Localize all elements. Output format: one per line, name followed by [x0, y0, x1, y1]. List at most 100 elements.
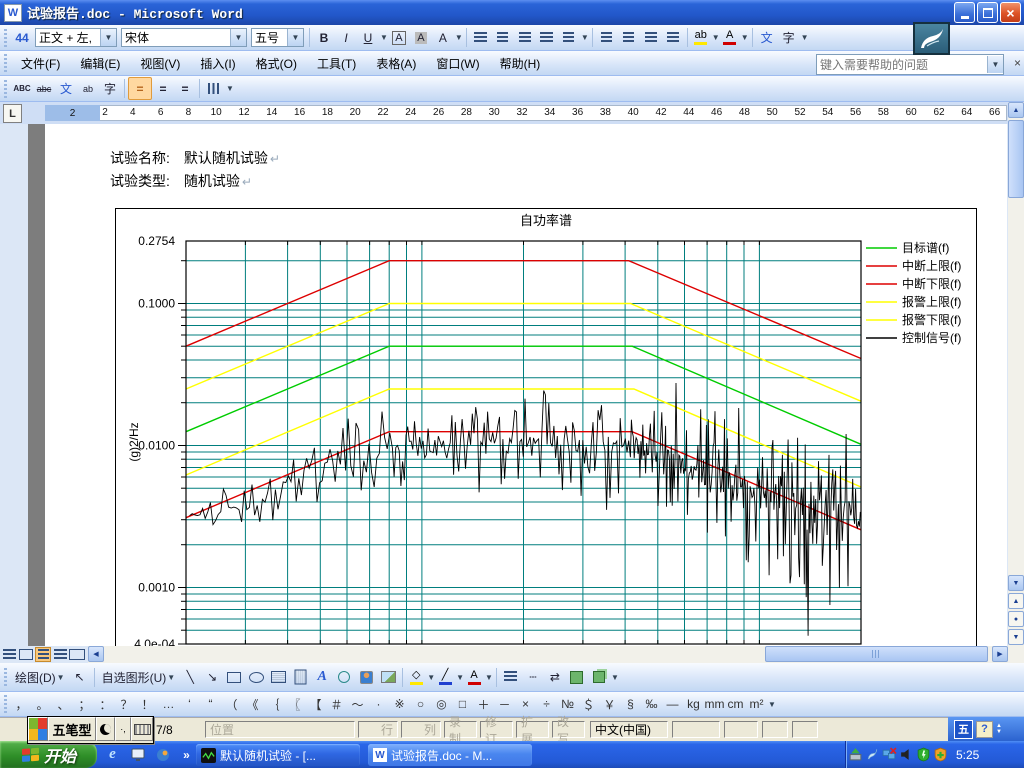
- line-spacing-button[interactable]: [558, 27, 580, 48]
- chevron-down-icon[interactable]: ▼: [456, 673, 464, 682]
- overtype-indicator[interactable]: 改写: [552, 721, 585, 738]
- phonetic-guide-button[interactable]: 文: [756, 27, 778, 48]
- toolbar-options-icon[interactable]: ▼: [801, 33, 809, 42]
- fill-color-button[interactable]: ◇: [406, 667, 426, 688]
- clip-art-button[interactable]: [355, 667, 377, 688]
- chevron-down-icon[interactable]: ▼: [455, 33, 463, 42]
- symbol-button[interactable]: 【: [305, 694, 326, 714]
- scroll-right-button[interactable]: ▶: [992, 646, 1008, 662]
- autoshapes-button[interactable]: 自选图形(U)▼: [98, 667, 180, 688]
- extend-indicator[interactable]: 扩展: [516, 721, 549, 738]
- symbol-button[interactable]: ※: [389, 694, 410, 714]
- styles-button[interactable]: 44: [11, 27, 33, 48]
- chevron-down-icon[interactable]: ▼: [287, 29, 303, 46]
- toolbar-grip[interactable]: [4, 29, 7, 47]
- decrease-indent-button[interactable]: [640, 27, 662, 48]
- select-objects-button[interactable]: ↖: [69, 667, 91, 688]
- symbol-button[interactable]: ＃: [326, 694, 347, 714]
- line-style-button-2[interactable]: =: [152, 78, 174, 99]
- network-offline-icon[interactable]: [882, 747, 897, 762]
- symbol-button[interactable]: m²: [746, 694, 767, 714]
- print-layout-button[interactable]: [35, 647, 51, 662]
- quick-launch-chevron[interactable]: »: [178, 746, 195, 763]
- chevron-down-icon[interactable]: ▼: [741, 33, 749, 42]
- ime-mode-icon[interactable]: [96, 717, 115, 741]
- font-color-button[interactable]: A: [720, 27, 740, 48]
- symbol-button[interactable]: 《: [242, 694, 263, 714]
- bullet-list-button[interactable]: [618, 27, 640, 48]
- toolbar-grip[interactable]: [4, 54, 7, 72]
- character-border-button[interactable]: A: [388, 27, 410, 48]
- symbol-button[interactable]: ｛: [263, 694, 284, 714]
- symbol-button[interactable]: №: [557, 694, 578, 714]
- chevron-down-icon[interactable]: ▼: [581, 33, 589, 42]
- swan-tray-icon[interactable]: [865, 747, 880, 762]
- symbol-button[interactable]: ～: [347, 694, 368, 714]
- symbol-button[interactable]: mm: [704, 694, 725, 714]
- ime-punctuation-icon[interactable]: ·,: [115, 717, 131, 741]
- symbol-button[interactable]: …: [158, 694, 179, 714]
- symbol-button[interactable]: 。: [32, 694, 53, 714]
- symbol-button[interactable]: ‰: [641, 694, 662, 714]
- vertical-scroll-thumb[interactable]: [1008, 120, 1024, 198]
- close-icon[interactable]: ×: [1014, 56, 1021, 70]
- abcd-button[interactable]: ab: [77, 78, 99, 99]
- chevron-down-icon[interactable]: ▼: [100, 29, 116, 46]
- symbol-button[interactable]: ◎: [431, 694, 452, 714]
- symbol-button[interactable]: cm: [725, 694, 746, 714]
- ruler-margin-area[interactable]: 2: [45, 105, 100, 121]
- chart-frame[interactable]: 0.27540.10000.01000.00104.0e-04自功率谱(g)2/…: [115, 208, 977, 646]
- ime-logo-icon[interactable]: [28, 717, 48, 741]
- menu-format[interactable]: 格式(O): [246, 52, 307, 75]
- line-button[interactable]: ╲: [179, 667, 201, 688]
- menu-tools[interactable]: 工具(T): [307, 52, 366, 75]
- symbol-button[interactable]: －: [494, 694, 515, 714]
- pinyin-button[interactable]: 文: [55, 78, 77, 99]
- scroll-left-button[interactable]: ◀: [88, 646, 104, 662]
- line-style-button[interactable]: [500, 667, 522, 688]
- restore-button[interactable]: [977, 2, 998, 23]
- web-layout-button[interactable]: [18, 647, 34, 662]
- start-button[interactable]: 开始: [0, 741, 97, 768]
- vertical-text-box-button[interactable]: [289, 667, 311, 688]
- symbol-button[interactable]: ：: [95, 694, 116, 714]
- dash-style-button[interactable]: ┄: [522, 667, 544, 688]
- toolbar-grip[interactable]: [4, 668, 7, 686]
- enclosed-character-button[interactable]: 字: [99, 78, 121, 99]
- symbol-button[interactable]: kg: [683, 694, 704, 714]
- ime-keyboard-icon[interactable]: [131, 717, 153, 741]
- language-indicator[interactable]: 中文(中国): [590, 721, 668, 738]
- symbol-button[interactable]: ！: [137, 694, 158, 714]
- previous-page-button[interactable]: ▲: [1008, 593, 1024, 609]
- ime-help-icon[interactable]: ?: [976, 721, 993, 738]
- chevron-down-icon[interactable]: ▼: [987, 56, 1003, 73]
- menu-window[interactable]: 窗口(W): [426, 52, 489, 75]
- oval-button[interactable]: [245, 667, 267, 688]
- toolbar-grip[interactable]: [4, 80, 7, 98]
- draw-menu-button[interactable]: 绘图(D)▼: [11, 667, 69, 688]
- menu-file[interactable]: 文件(F): [11, 52, 70, 75]
- chevron-down-icon[interactable]: ▼: [380, 33, 388, 42]
- toolbar-grip[interactable]: [4, 695, 7, 713]
- strikethrough-button[interactable]: abc: [33, 78, 55, 99]
- symbol-button[interactable]: 〖: [284, 694, 305, 714]
- clock[interactable]: 5:25: [956, 748, 979, 762]
- align-justify-button[interactable]: [470, 27, 492, 48]
- track-changes-indicator[interactable]: 修订: [480, 721, 513, 738]
- chevron-down-icon[interactable]: ▼: [712, 33, 720, 42]
- underline-button[interactable]: U: [357, 27, 379, 48]
- ime-name[interactable]: 五笔型: [48, 717, 96, 741]
- task-button-vibration-app[interactable]: 默认随机试验 - [...: [196, 744, 360, 766]
- symbol-button[interactable]: （: [221, 694, 242, 714]
- symbol-button[interactable]: ￥: [599, 694, 620, 714]
- line-style-button-3[interactable]: =: [174, 78, 196, 99]
- volume-icon[interactable]: [899, 747, 914, 762]
- shadow-style-button[interactable]: [566, 667, 588, 688]
- symbol-button[interactable]: ；: [74, 694, 95, 714]
- scroll-down-button[interactable]: ▼: [1008, 575, 1024, 591]
- increase-indent-button[interactable]: [662, 27, 684, 48]
- character-shading-button[interactable]: A: [410, 27, 432, 48]
- toolbar-options-icon[interactable]: ▼: [611, 673, 619, 682]
- help-search-input[interactable]: [817, 58, 987, 72]
- minimize-button[interactable]: [954, 2, 975, 23]
